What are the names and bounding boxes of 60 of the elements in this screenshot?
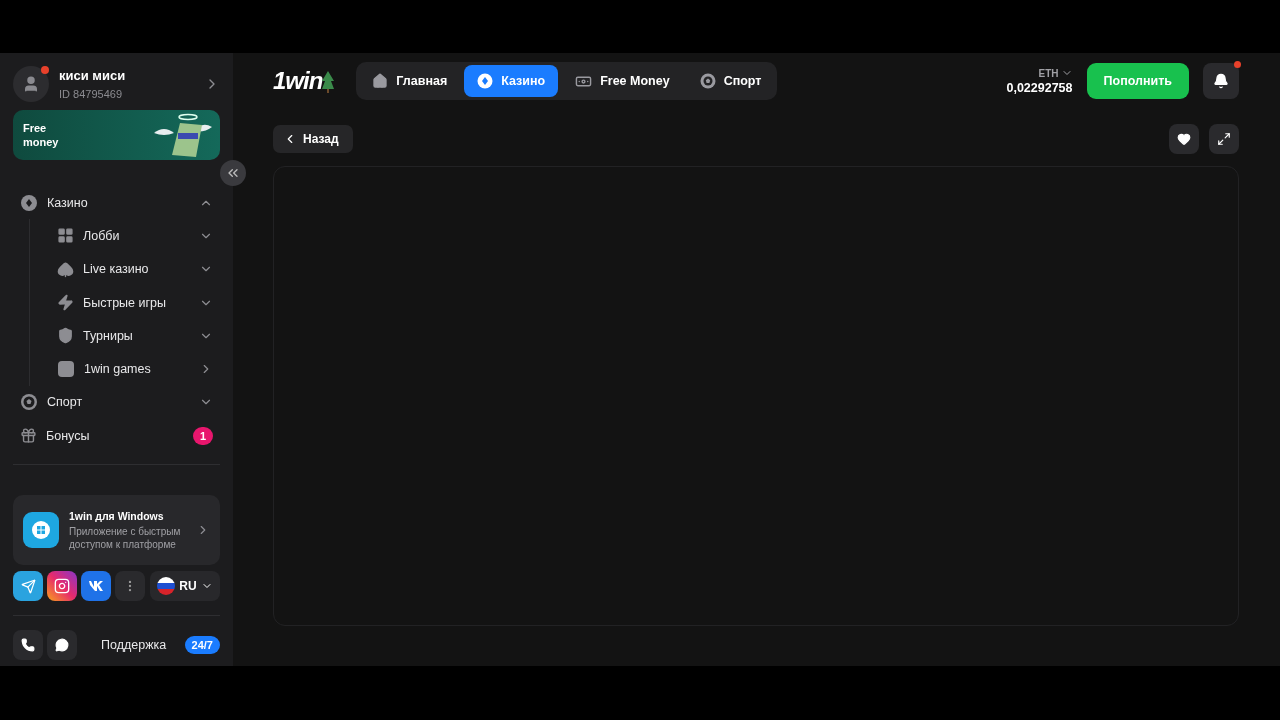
ball-icon xyxy=(699,73,716,89)
chip-icon xyxy=(477,73,494,89)
tree-icon xyxy=(322,71,335,95)
gift-icon xyxy=(20,427,37,445)
paper-plane-icon xyxy=(20,578,36,594)
flag-icon xyxy=(157,577,176,596)
menu-item[interactable]: Казино xyxy=(13,186,220,220)
submenu-item[interactable]: Турниры xyxy=(30,319,220,353)
nav-tab[interactable]: Казино xyxy=(464,65,559,97)
chat-button[interactable] xyxy=(47,630,77,661)
count-badge: 1 xyxy=(192,426,213,445)
home-icon xyxy=(372,73,389,89)
back-button[interactable]: Назад xyxy=(273,125,353,153)
person-icon xyxy=(22,75,40,93)
nav-tab[interactable]: Главная xyxy=(359,65,461,97)
grid-icon xyxy=(57,227,74,245)
heart-icon xyxy=(1177,132,1191,146)
banner-title: Free money xyxy=(23,121,60,149)
shield-icon xyxy=(57,327,74,345)
windows-app-card[interactable]: 1win для Windows Приложение с быстрым доступом к платформе xyxy=(13,495,220,566)
nav-tab[interactable]: Free Money xyxy=(562,65,683,97)
fullscreen-button[interactable] xyxy=(1209,124,1239,154)
submenu-item[interactable]: Лобби xyxy=(30,219,220,253)
free-money-banner[interactable]: Free money xyxy=(13,110,220,160)
vk-link[interactable] xyxy=(81,571,111,602)
card-description: Приложение с быстрым доступом к платформе xyxy=(69,524,181,551)
spade-icon xyxy=(57,260,74,278)
menu-item[interactable]: Бонусы 1 xyxy=(13,419,220,453)
currency-select[interactable]: ETH xyxy=(1038,67,1073,79)
nav-tab[interactable]: Спорт xyxy=(686,65,775,97)
bell-icon xyxy=(1213,73,1229,89)
notifications-button[interactable] xyxy=(1203,63,1239,99)
submenu-item[interactable]: Быстрые игры xyxy=(30,285,220,320)
vk-icon xyxy=(88,581,104,592)
expand-icon xyxy=(1217,132,1231,146)
square-icon xyxy=(57,360,75,379)
collapse-sidebar-button[interactable] xyxy=(220,160,246,186)
favorite-button[interactable] xyxy=(1169,124,1199,154)
submenu-item[interactable]: Live казино xyxy=(30,252,220,286)
phone-icon xyxy=(21,638,35,653)
chat-bubble-icon xyxy=(55,638,69,653)
lightning-icon xyxy=(57,294,74,312)
hours-badge: 24/7 xyxy=(184,636,220,655)
logo[interactable]: 1win xyxy=(273,67,335,95)
windows-icon xyxy=(23,512,59,549)
chip-icon xyxy=(20,193,38,212)
telegram-link[interactable] xyxy=(13,571,43,602)
language-select[interactable]: RU xyxy=(150,571,220,602)
card-title: 1win для Windows xyxy=(69,509,165,522)
menu-item[interactable]: Спорт xyxy=(13,385,220,420)
phone-button[interactable] xyxy=(13,630,43,661)
submenu-item[interactable]: 1win games xyxy=(30,352,220,386)
avatar[interactable] xyxy=(13,66,49,102)
support-label[interactable]: Поддержка xyxy=(101,638,181,653)
instagram-link[interactable] xyxy=(47,571,77,602)
camera-icon xyxy=(54,578,70,595)
ball-icon xyxy=(20,393,38,412)
balance-amount: 0,02292758 xyxy=(1006,81,1073,95)
user-name: киси миси xyxy=(59,68,127,83)
user-id: ID 84795469 xyxy=(59,88,123,100)
